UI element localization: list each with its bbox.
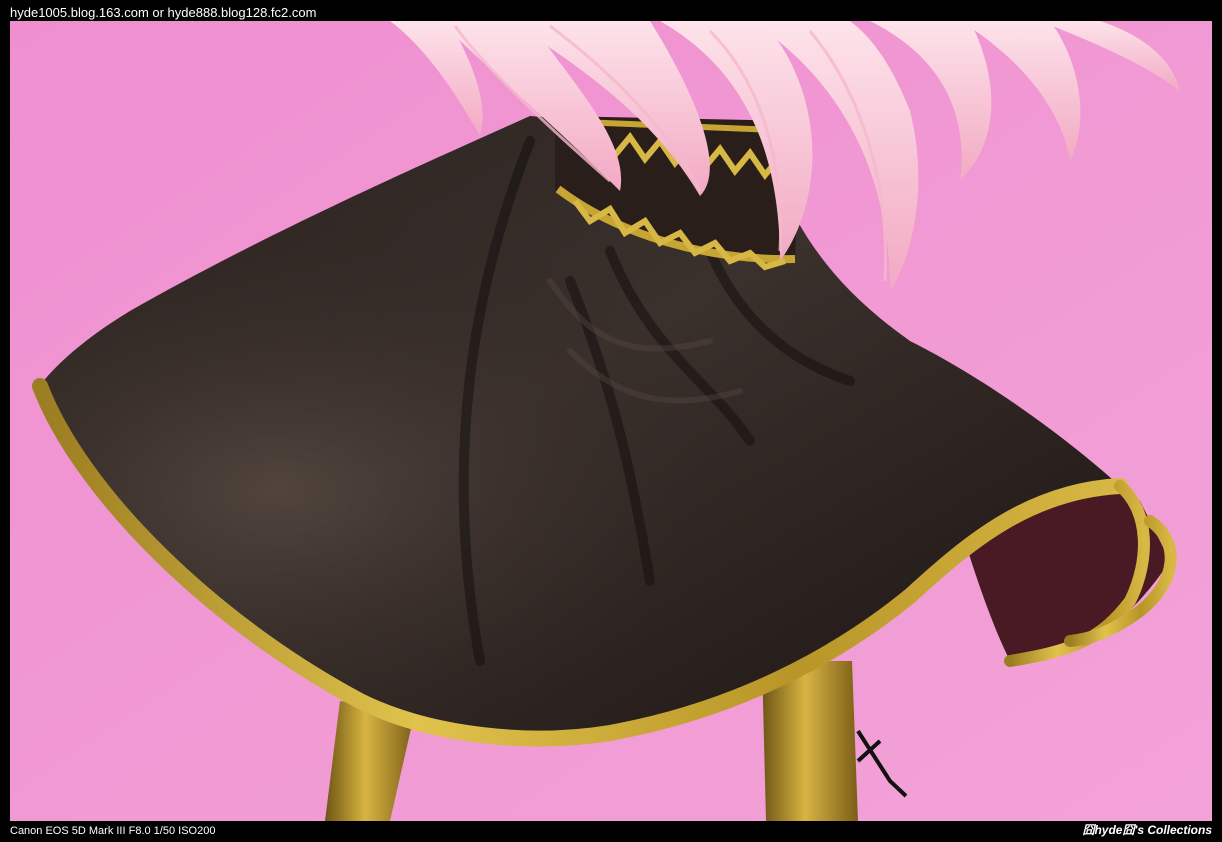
photo-frame: hyde1005.blog.163.com or hyde888.blog128… bbox=[0, 0, 1222, 842]
figure-illustration bbox=[10, 21, 1212, 821]
figure-photo bbox=[10, 21, 1212, 821]
collection-watermark: 囧hyde囧's Collections bbox=[1082, 823, 1212, 837]
camera-exif-caption: Canon EOS 5D Mark III F8.0 1/50 ISO200 bbox=[10, 825, 216, 837]
blog-url-caption: hyde1005.blog.163.com or hyde888.blog128… bbox=[10, 5, 317, 20]
